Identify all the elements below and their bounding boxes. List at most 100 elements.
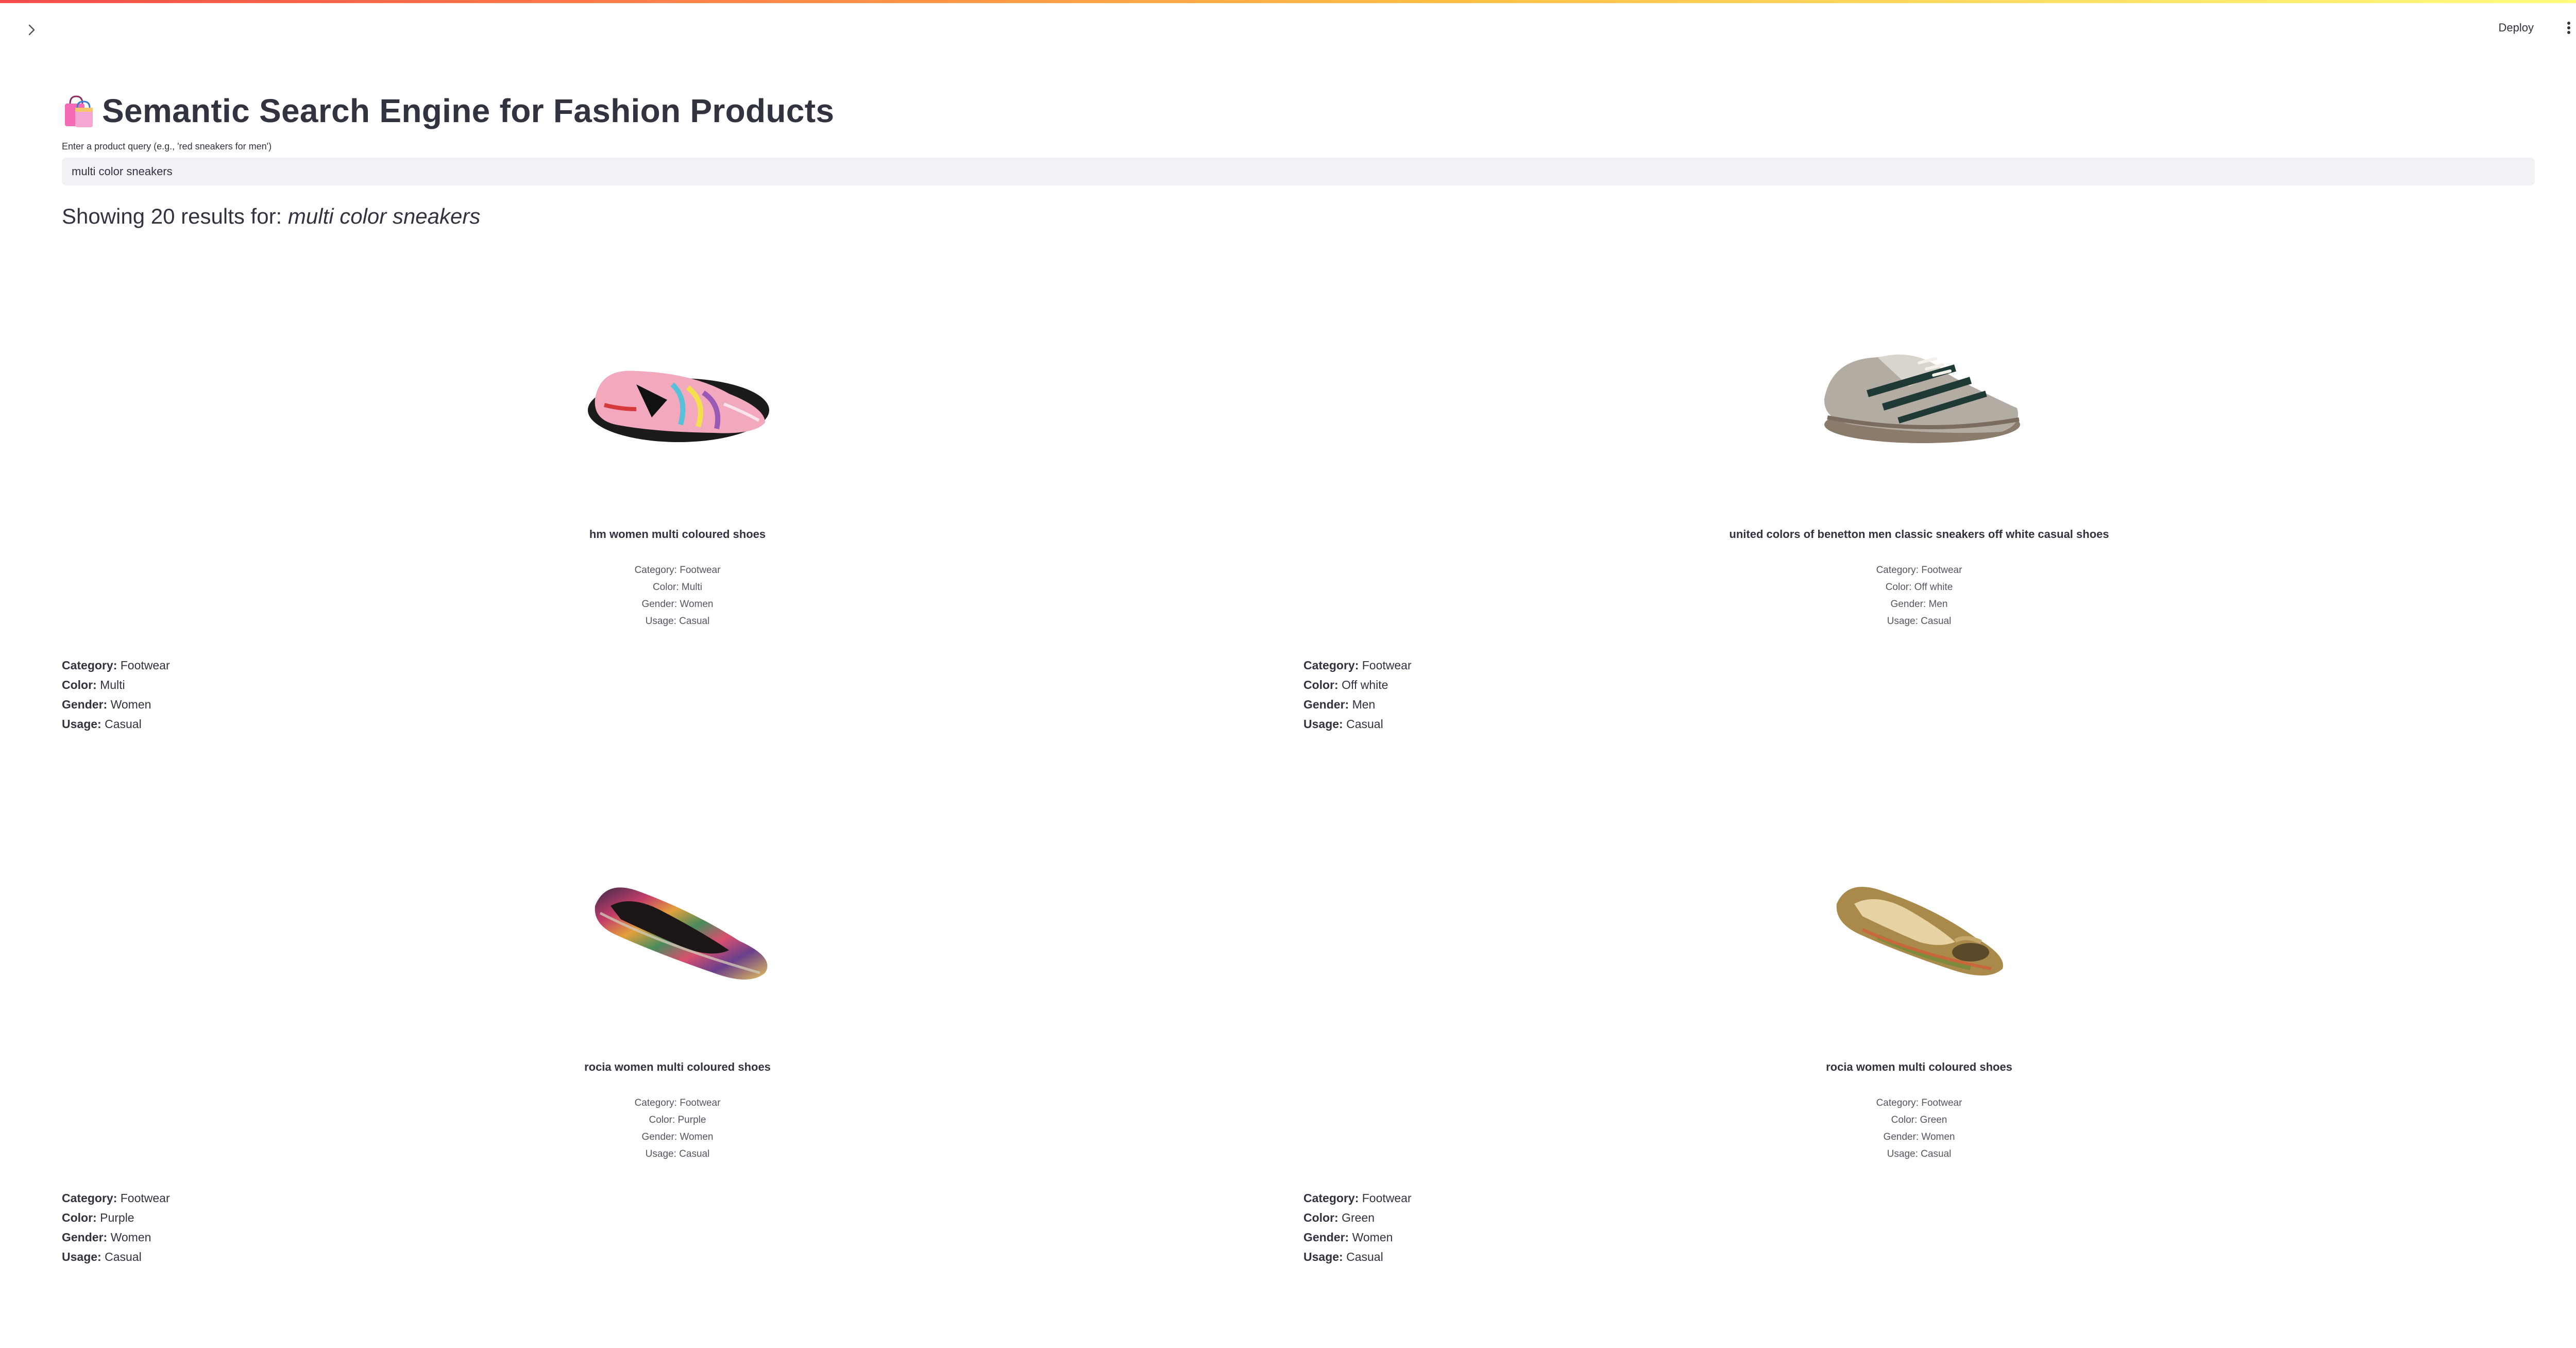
caption-color: Color: Green — [1891, 1115, 1947, 1125]
product-image — [1836, 886, 2003, 976]
product-caption: Category: Footwear Color: Green Gender: … — [1876, 1094, 1962, 1162]
product-caption: Category: Footwear Color: Purple Gender:… — [635, 1094, 721, 1162]
detail-gender-label: Gender: — [1303, 698, 1349, 711]
detail-category-value: Footwear — [1362, 1191, 1412, 1205]
main-menu-button[interactable] — [2560, 19, 2576, 37]
detail-usage: Usage: Casual — [62, 714, 1293, 734]
product-name: united colors of benetton men classic sn… — [1729, 528, 2109, 541]
caption-usage: Usage: Casual — [645, 616, 710, 627]
detail-gender: Gender: Women — [62, 695, 1293, 714]
product-card: hm women multi coloured shoes Category: … — [62, 239, 1293, 772]
detail-gender: Gender: Men — [1303, 695, 2535, 714]
caption-gender: Gender: Women — [641, 599, 714, 610]
detail-color-value: Off white — [1342, 678, 1388, 692]
main-content: Semantic Search Engine for Fashion Produ… — [62, 88, 2535, 1305]
product-card: rocia women multi coloured shoes Categor… — [1303, 772, 2535, 1305]
detail-usage-value: Casual — [1346, 1250, 1383, 1263]
detail-gender-label: Gender: — [1303, 1231, 1349, 1244]
caption-color: Color: Multi — [652, 582, 703, 593]
caption-gender: Gender: Women — [641, 1132, 714, 1142]
detail-usage-value: Casual — [105, 1250, 142, 1263]
detail-color-label: Color: — [1303, 678, 1338, 692]
caption-usage: Usage: Casual — [645, 1149, 710, 1159]
detail-color: Color: Multi — [62, 675, 1293, 695]
detail-category-label: Category: — [1303, 1191, 1359, 1205]
results-heading-prefix: Showing 20 results for: — [62, 204, 288, 228]
detail-color-value: Purple — [100, 1211, 134, 1224]
product-card: united colors of benetton men classic sn… — [1303, 239, 2535, 772]
product-caption: Category: Footwear Color: Off white Gend… — [1876, 562, 1962, 630]
product-details: Category: Footwear Color: Off white Gend… — [1303, 655, 2535, 734]
detail-category-value: Footwear — [120, 659, 170, 672]
detail-color-label: Color: — [62, 678, 97, 692]
caption-color: Color: Purple — [649, 1115, 706, 1125]
product-image — [588, 370, 769, 442]
product-summary: rocia women multi coloured shoes Categor… — [62, 772, 1293, 1162]
detail-usage-value: Casual — [105, 717, 142, 731]
detail-category: Category: Footwear — [1303, 655, 2535, 675]
more-vertical-icon — [2567, 22, 2570, 34]
detail-usage-value: Casual — [1346, 717, 1383, 731]
sidebar-expand-button[interactable] — [22, 20, 42, 40]
detail-gender-label: Gender: — [62, 698, 108, 711]
detail-category-label: Category: — [1303, 659, 1359, 672]
detail-category-label: Category: — [62, 1191, 117, 1205]
product-caption: Category: Footwear Color: Multi Gender: … — [635, 562, 721, 630]
detail-gender-value: Men — [1352, 698, 1376, 711]
detail-color: Color: Off white — [1303, 675, 2535, 695]
product-name: hm women multi coloured shoes — [589, 528, 766, 541]
detail-category: Category: Footwear — [62, 1188, 1293, 1208]
caption-category: Category: Footwear — [634, 1098, 721, 1108]
detail-color: Color: Purple — [62, 1208, 1293, 1227]
chevron-right-icon — [28, 24, 35, 36]
product-summary: hm women multi coloured shoes Category: … — [62, 239, 1293, 630]
detail-usage: Usage: Casual — [1303, 714, 2535, 734]
shopping-bags-icon — [65, 95, 93, 127]
detail-category-label: Category: — [62, 659, 117, 672]
caption-category: Category: Footwear — [1876, 565, 1962, 576]
query-label: Enter a product query (e.g., 'red sneake… — [62, 141, 272, 151]
product-name: rocia women multi coloured shoes — [1826, 1060, 2012, 1073]
product-details: Category: Footwear Color: Multi Gender: … — [62, 655, 1293, 734]
product-summary: united colors of benetton men classic sn… — [1303, 239, 2535, 630]
product-name: rocia women multi coloured shoes — [584, 1060, 771, 1073]
detail-color-value: Green — [1342, 1211, 1375, 1224]
detail-usage-label: Usage: — [62, 1250, 101, 1263]
caption-color: Color: Off white — [1885, 582, 1953, 593]
page-title-text: Semantic Search Engine for Fashion Produ… — [102, 92, 835, 129]
detail-category-value: Footwear — [120, 1191, 170, 1205]
results-grid: hm women multi coloured shoes Category: … — [62, 239, 2535, 1305]
detail-usage: Usage: Casual — [1303, 1247, 2535, 1267]
detail-color: Color: Green — [1303, 1208, 2535, 1227]
caption-gender: Gender: Women — [1883, 1132, 1955, 1142]
product-details: Category: Footwear Color: Green Gender: … — [1303, 1188, 2535, 1267]
caption-usage: Usage: Casual — [1887, 1149, 1952, 1159]
detail-usage-label: Usage: — [1303, 717, 1343, 731]
query-input[interactable] — [62, 158, 2535, 186]
detail-gender-value: Women — [110, 1231, 151, 1244]
app-header-decoration — [0, 0, 2576, 3]
detail-category: Category: Footwear — [62, 655, 1293, 675]
detail-category-value: Footwear — [1362, 659, 1412, 672]
detail-gender-label: Gender: — [62, 1231, 108, 1244]
detail-category: Category: Footwear — [1303, 1188, 2535, 1208]
results-heading-query: multi color sneakers — [287, 204, 481, 228]
detail-color-label: Color: — [62, 1211, 97, 1224]
caption-gender: Gender: Men — [1890, 599, 1948, 610]
deploy-button[interactable]: Deploy — [2490, 18, 2542, 38]
product-card: rocia women multi coloured shoes Categor… — [62, 772, 1293, 1305]
detail-color-label: Color: — [1303, 1211, 1338, 1224]
detail-gender-value: Women — [1352, 1231, 1393, 1244]
detail-usage: Usage: Casual — [62, 1247, 1293, 1267]
page-title: Semantic Search Engine for Fashion Produ… — [62, 88, 2535, 134]
detail-usage-label: Usage: — [62, 717, 101, 731]
detail-color-value: Multi — [100, 678, 125, 692]
detail-gender: Gender: Women — [1303, 1227, 2535, 1247]
product-image — [595, 887, 768, 980]
product-details: Category: Footwear Color: Purple Gender:… — [62, 1188, 1293, 1267]
caption-usage: Usage: Casual — [1887, 616, 1952, 627]
detail-gender-value: Women — [110, 698, 151, 711]
detail-gender: Gender: Women — [62, 1227, 1293, 1247]
product-summary: rocia women multi coloured shoes Categor… — [1303, 772, 2535, 1162]
detail-usage-label: Usage: — [1303, 1250, 1343, 1263]
